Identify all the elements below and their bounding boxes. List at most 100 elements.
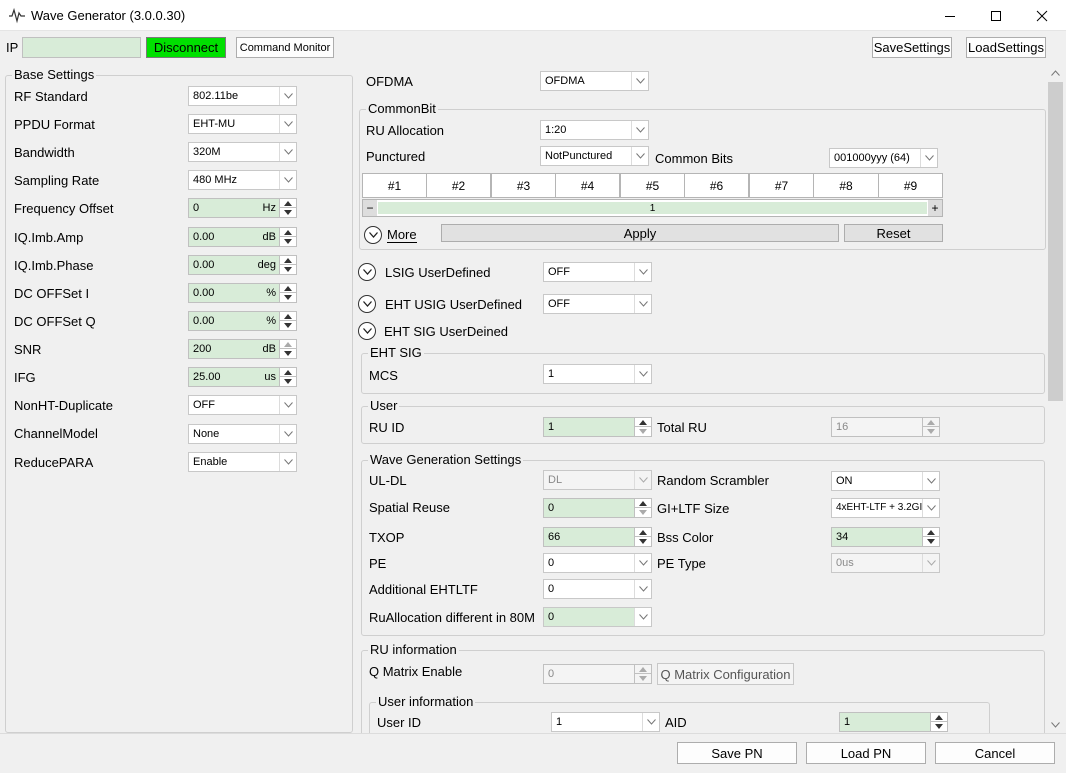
spin-up-button[interactable] <box>280 284 296 293</box>
spin-down-button[interactable] <box>280 321 296 330</box>
spin-down-button[interactable] <box>923 537 939 546</box>
spin-down-button[interactable] <box>280 349 296 358</box>
user-id-select[interactable]: 1 <box>551 712 660 732</box>
ifg-spinner[interactable]: 25.00 us <box>188 367 297 387</box>
txop-spinner[interactable]: 66 <box>543 527 652 547</box>
additional-ehtltf-select[interactable]: 0 <box>543 579 652 599</box>
spin-down-button[interactable] <box>280 208 296 217</box>
iq-imb-amp-unit: dB <box>262 231 276 243</box>
spin-up-button[interactable] <box>280 312 296 321</box>
mcs-select[interactable]: 1 <box>543 364 652 384</box>
spin-down-button[interactable] <box>280 293 296 302</box>
tab-4[interactable]: #4 <box>555 173 620 198</box>
ppdu-format-select[interactable]: EHT-MU <box>188 114 297 134</box>
frequency-offset-unit: Hz <box>262 202 276 214</box>
triangle-down-icon <box>284 210 292 215</box>
random-scrambler-select[interactable]: ON <box>831 471 940 491</box>
rf-standard-select[interactable]: 802.11be <box>188 86 297 106</box>
spin-down-button[interactable] <box>280 265 296 274</box>
nonht-duplicate-label: NonHT-Duplicate <box>14 398 113 413</box>
ofdma-select[interactable]: OFDMA <box>540 71 649 91</box>
tab-5[interactable]: #5 <box>620 173 685 198</box>
nonht-duplicate-select[interactable]: OFF <box>188 395 297 415</box>
disconnect-button[interactable]: Disconnect <box>146 37 226 58</box>
close-button[interactable] <box>1019 0 1065 31</box>
spin-up-button[interactable] <box>635 418 651 427</box>
spin-up-button[interactable] <box>923 528 939 537</box>
punctured-label: Punctured <box>366 149 426 164</box>
load-settings-button[interactable]: LoadSettings <box>966 37 1046 58</box>
ru-id-spinner[interactable]: 1 <box>543 417 652 437</box>
load-pn-button[interactable]: Load PN <box>806 742 926 764</box>
tab-9[interactable]: #9 <box>878 173 943 198</box>
more-expander-button[interactable] <box>364 226 382 244</box>
slider-minus-button[interactable]: − <box>363 200 377 216</box>
bss-color-value: 34 <box>836 531 849 543</box>
spin-down-button[interactable] <box>635 537 651 546</box>
aid-spinner[interactable]: 1 <box>839 712 948 732</box>
ru-information-title: RU information <box>368 642 459 657</box>
eht-sig-expander-button[interactable] <box>358 322 376 340</box>
spin-up-button[interactable] <box>635 528 651 537</box>
gi-ltf-size-select[interactable]: 4xEHT-LTF + 3.2GI <box>831 498 940 518</box>
eht-usig-userdefined-select[interactable]: OFF <box>543 294 652 314</box>
spin-down-button[interactable] <box>635 427 651 436</box>
lsig-expander-button[interactable] <box>358 263 376 281</box>
snr-spinner[interactable]: 200 dB <box>188 339 297 359</box>
apply-button[interactable]: Apply <box>441 224 839 242</box>
spatial-reuse-spinner[interactable]: 0 <box>543 498 652 518</box>
bandwidth-select[interactable]: 320M <box>188 142 297 162</box>
sampling-rate-select[interactable]: 480 MHz <box>188 170 297 190</box>
iq-imb-amp-spinner[interactable]: 0.00 dB <box>188 227 297 247</box>
spin-up-button[interactable] <box>635 499 651 508</box>
triangle-down-icon <box>284 351 292 356</box>
minimize-button[interactable] <box>927 0 973 31</box>
tab-7[interactable]: #7 <box>749 173 814 198</box>
reduce-para-select[interactable]: Enable <box>188 452 297 472</box>
scrollbar-thumb[interactable] <box>1048 82 1063 401</box>
more-label[interactable]: More <box>387 227 417 242</box>
tab-3[interactable]: #3 <box>491 173 556 198</box>
spin-up-button[interactable] <box>280 256 296 265</box>
command-monitor-button[interactable]: Command Monitor <box>236 37 334 58</box>
common-bits-select[interactable]: 001000yyy (64) <box>829 148 938 168</box>
dc-offset-q-spinner[interactable]: 0.00% <box>188 311 297 331</box>
pe-select[interactable]: 0 <box>543 553 652 573</box>
frequency-offset-spinner[interactable]: 0 Hz <box>188 198 297 218</box>
q-matrix-configuration-button[interactable]: Q Matrix Configuration <box>657 663 794 685</box>
spin-up-button[interactable] <box>280 340 296 349</box>
spin-down-button[interactable] <box>931 722 947 731</box>
tab-8[interactable]: #8 <box>813 173 879 198</box>
spin-up-button[interactable] <box>280 368 296 377</box>
spin-up-button[interactable] <box>931 713 947 722</box>
punctured-select[interactable]: NotPunctured <box>540 146 649 166</box>
save-settings-button[interactable]: SaveSettings <box>872 37 952 58</box>
tab-1[interactable]: #1 <box>362 173 427 198</box>
bss-color-spinner[interactable]: 34 <box>831 527 940 547</box>
save-pn-button[interactable]: Save PN <box>677 742 797 764</box>
channel-model-select[interactable]: None <box>188 424 297 444</box>
dc-offset-i-spinner[interactable]: 0.00% <box>188 283 297 303</box>
spin-down-button[interactable] <box>280 237 296 246</box>
ru-slider[interactable]: − 1 + <box>362 199 943 217</box>
iq-imb-phase-spinner[interactable]: 0.00 deg <box>188 255 297 275</box>
ru-allocation-select[interactable]: 1:20 <box>540 120 649 140</box>
spin-up-button[interactable] <box>280 199 296 208</box>
tab-6[interactable]: #6 <box>684 173 749 198</box>
maximize-button[interactable] <box>973 0 1019 31</box>
spin-down-button[interactable] <box>635 508 651 517</box>
chevron-down-icon[interactable] <box>1051 722 1060 728</box>
ruallocation-diff-select[interactable]: 0 <box>543 607 652 627</box>
spin-down-button[interactable] <box>280 377 296 386</box>
vertical-scrollbar[interactable] <box>1047 66 1064 733</box>
cancel-button[interactable]: Cancel <box>935 742 1055 764</box>
slider-plus-button[interactable]: + <box>928 200 942 216</box>
ip-input[interactable] <box>22 37 141 58</box>
lsig-userdefined-select[interactable]: OFF <box>543 262 652 282</box>
chevron-up-icon[interactable] <box>1051 70 1060 76</box>
reset-button[interactable]: Reset <box>844 224 943 242</box>
ru-id-label: RU ID <box>369 420 405 435</box>
tab-2[interactable]: #2 <box>426 173 491 198</box>
spin-up-button[interactable] <box>280 228 296 237</box>
usig-expander-button[interactable] <box>358 295 376 313</box>
